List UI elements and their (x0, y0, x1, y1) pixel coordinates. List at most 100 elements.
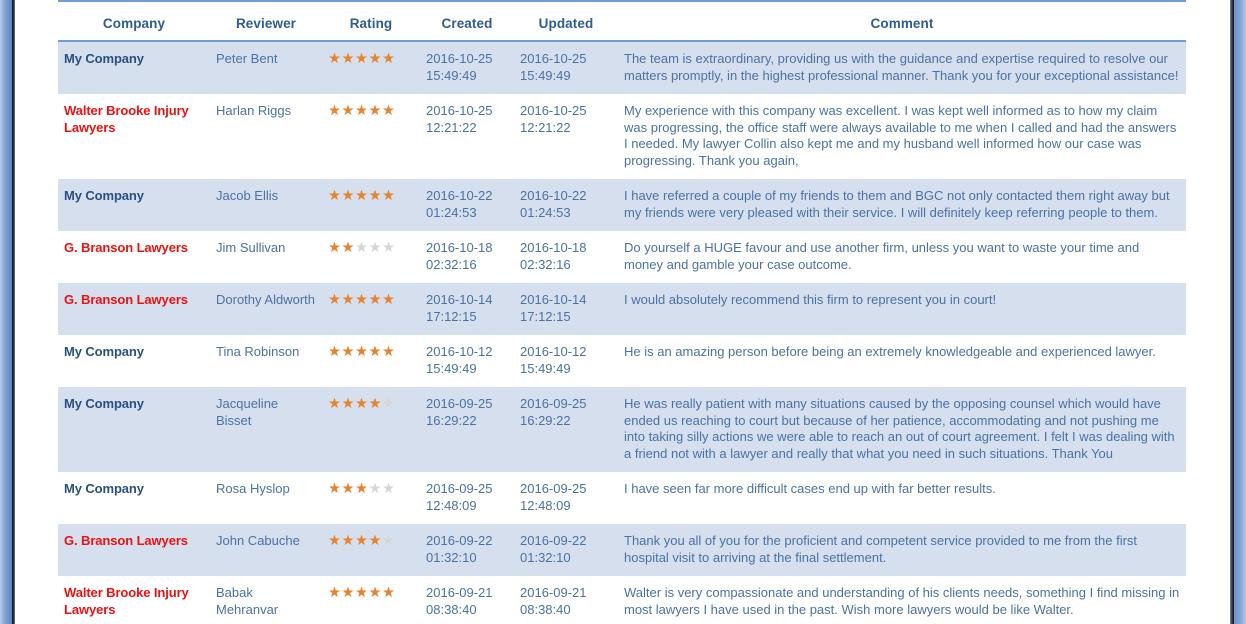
window-frame-right-edge (1234, 0, 1246, 624)
column-header-updated[interactable]: Updated (514, 0, 618, 42)
table-row[interactable]: Walter Brooke Injury Lawyers Babak Mehran… (58, 576, 1186, 624)
updated-date: 2016-10-18 (520, 240, 587, 255)
cell-company: G. Branson Lawyers (58, 524, 210, 576)
created-time: 16:29:22 (426, 412, 477, 428)
column-header-company[interactable]: Company (58, 0, 210, 42)
cell-comment: I have referred a couple of my friends t… (618, 179, 1186, 231)
updated-time: 15:49:49 (520, 360, 571, 376)
cell-updated: 2016-09-22 01:32:10 (514, 524, 618, 576)
cell-company: G. Branson Lawyers (58, 231, 210, 283)
cell-reviewer: Babak Mehranvar (210, 576, 322, 624)
cell-comment: I would absolutely recommend this firm t… (618, 283, 1186, 335)
cell-rating: ★★★★★ (322, 179, 420, 231)
star-rating-icon: ★★★★★ (328, 533, 396, 549)
cell-company: My Company (58, 335, 210, 387)
cell-comment: Walter is very compassionate and underst… (618, 576, 1186, 624)
cell-reviewer: Jim Sullivan (210, 231, 322, 283)
table-row[interactable]: Walter Brooke Injury Lawyers Harlan Riggs… (58, 94, 1186, 179)
table-header: Company Reviewer Rating Created Updated … (58, 0, 1186, 42)
created-time: 01:24:53 (426, 204, 477, 220)
window-frame-left-border (12, 0, 15, 624)
company-name: My Company (64, 51, 144, 66)
cell-created: 2016-09-25 16:29:22 (420, 387, 514, 472)
column-header-created[interactable]: Created (420, 0, 514, 42)
cell-rating: ★★★★★ (322, 472, 420, 524)
created-date: 2016-10-18 (426, 240, 493, 255)
updated-time: 01:24:53 (520, 204, 571, 220)
updated-time: 12:48:09 (520, 497, 571, 513)
cell-rating: ★★★★★ (322, 283, 420, 335)
created-time: 15:49:49 (426, 67, 477, 83)
cell-company: Walter Brooke Injury Lawyers (58, 94, 210, 179)
review-table-page: Company Reviewer Rating Created Updated … (0, 0, 1246, 624)
table-row[interactable]: My Company Tina Robinson ★★★★★ 2016-10-12 15… (58, 335, 1186, 387)
created-time: 08:38:40 (426, 601, 477, 617)
cell-comment: I have seen far more difficult cases end… (618, 472, 1186, 524)
cell-updated: 2016-10-14 17:12:15 (514, 283, 618, 335)
table-row[interactable]: G. Branson Lawyers Jim Sullivan ★★★★★ 2016-… (58, 231, 1186, 283)
column-header-reviewer[interactable]: Reviewer (210, 0, 322, 42)
reviews-table-container: Company Reviewer Rating Created Updated … (58, 0, 1186, 624)
updated-time: 01:32:10 (520, 549, 571, 565)
cell-reviewer: Dorothy Aldworth (210, 283, 322, 335)
cell-rating: ★★★★★ (322, 231, 420, 283)
cell-updated: 2016-10-18 02:32:16 (514, 231, 618, 283)
column-header-rating[interactable]: Rating (322, 0, 420, 42)
star-rating-icon: ★★★★★ (328, 51, 396, 67)
table-row[interactable]: G. Branson Lawyers Dorothy Aldworth ★★★★★ 2… (58, 283, 1186, 335)
cell-reviewer: Jacqueline Bisset (210, 387, 322, 472)
updated-time: 12:21:22 (520, 119, 571, 135)
created-time: 15:49:49 (426, 360, 477, 376)
cell-updated: 2016-09-21 08:38:40 (514, 576, 618, 624)
company-name: G. Branson Lawyers (64, 533, 188, 548)
company-name: My Company (64, 188, 144, 203)
table-row[interactable]: G. Branson Lawyers John Cabuche ★★★★★ 2016-… (58, 524, 1186, 576)
cell-company: Walter Brooke Injury Lawyers (58, 576, 210, 624)
created-time: 01:32:10 (426, 549, 477, 565)
company-name: My Company (64, 396, 144, 411)
star-rating-icon: ★★★★★ (328, 292, 396, 308)
cell-comment: He is an amazing person before being an … (618, 335, 1186, 387)
cell-updated: 2016-09-25 12:48:09 (514, 472, 618, 524)
table-header-row: Company Reviewer Rating Created Updated … (58, 0, 1186, 42)
window-frame-left-edge (0, 0, 12, 624)
cell-created: 2016-10-18 02:32:16 (420, 231, 514, 283)
table-row[interactable]: My Company Peter Bent ★★★★★ 2016-10-25 15:49… (58, 41, 1186, 94)
cell-updated: 2016-09-25 16:29:22 (514, 387, 618, 472)
created-time: 02:32:16 (426, 256, 477, 272)
cell-created: 2016-10-12 15:49:49 (420, 335, 514, 387)
cell-rating: ★★★★★ (322, 576, 420, 624)
updated-time: 16:29:22 (520, 412, 571, 428)
cell-created: 2016-10-25 15:49:49 (420, 41, 514, 94)
cell-updated: 2016-10-12 15:49:49 (514, 335, 618, 387)
updated-time: 15:49:49 (520, 67, 571, 83)
cell-company: G. Branson Lawyers (58, 283, 210, 335)
star-rating-icon: ★★★★★ (328, 240, 396, 256)
cell-reviewer: John Cabuche (210, 524, 322, 576)
table-row[interactable]: My Company Jacqueline Bisset ★★★★★ 2016-09-… (58, 387, 1186, 472)
star-rating-icon: ★★★★★ (328, 481, 396, 497)
cell-reviewer: Tina Robinson (210, 335, 322, 387)
updated-date: 2016-10-22 (520, 188, 587, 203)
created-date: 2016-10-22 (426, 188, 493, 203)
column-header-comment[interactable]: Comment (618, 0, 1186, 42)
updated-date: 2016-10-25 (520, 51, 587, 66)
created-time: 17:12:15 (426, 308, 477, 324)
cell-comment: He was really patient with many situatio… (618, 387, 1186, 472)
cell-created: 2016-09-22 01:32:10 (420, 524, 514, 576)
star-rating-icon: ★★★★★ (328, 188, 396, 204)
created-date: 2016-10-25 (426, 51, 493, 66)
cell-comment: The team is extraordinary, providing us … (618, 41, 1186, 94)
cell-reviewer: Jacob Ellis (210, 179, 322, 231)
table-row[interactable]: My Company Jacob Ellis ★★★★★ 2016-10-22 01:2… (58, 179, 1186, 231)
cell-created: 2016-09-21 08:38:40 (420, 576, 514, 624)
cell-company: My Company (58, 387, 210, 472)
updated-date: 2016-09-25 (520, 396, 587, 411)
cell-updated: 2016-10-25 15:49:49 (514, 41, 618, 94)
cell-rating: ★★★★★ (322, 94, 420, 179)
table-row[interactable]: My Company Rosa Hyslop ★★★★★ 2016-09-25 12:4… (58, 472, 1186, 524)
cell-comment: Do yourself a HUGE favour and use anothe… (618, 231, 1186, 283)
star-rating-icon: ★★★★★ (328, 103, 396, 119)
cell-created: 2016-10-22 01:24:53 (420, 179, 514, 231)
star-rating-icon: ★★★★★ (328, 396, 396, 412)
